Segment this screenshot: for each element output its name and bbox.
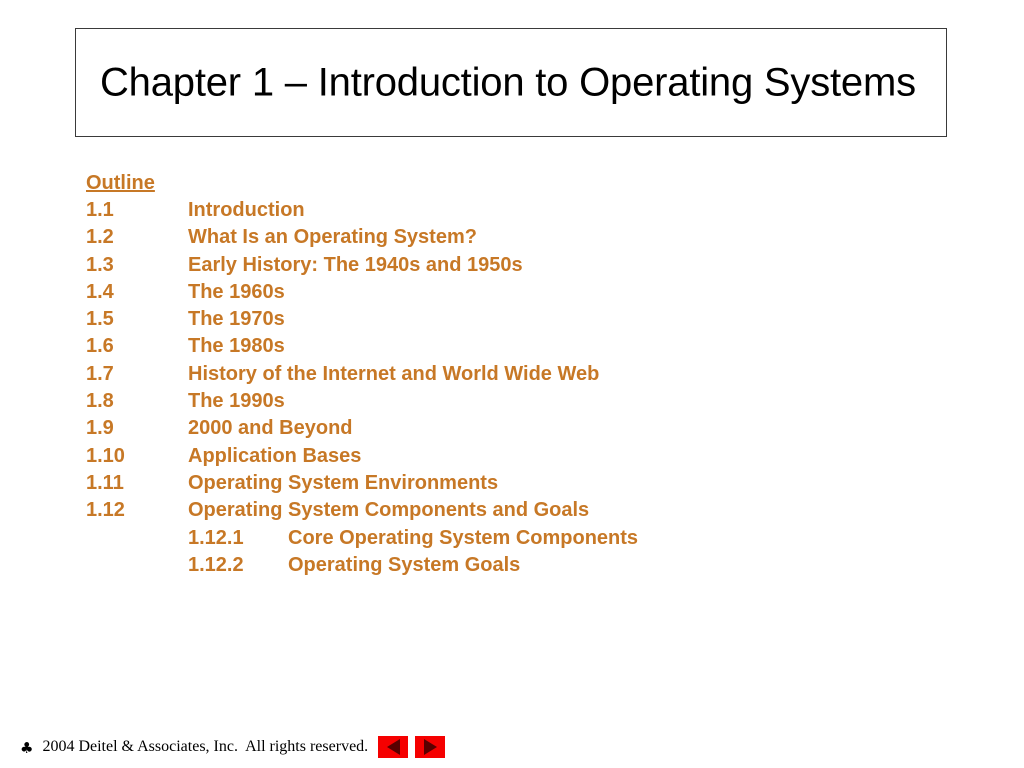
outline-item-number: 1.2 bbox=[86, 226, 114, 249]
outline-item-number: 1.12.1 bbox=[188, 526, 244, 549]
outline-item-label: Operating System Components and Goals bbox=[188, 499, 590, 522]
next-slide-button[interactable] bbox=[415, 736, 446, 758]
outline-item-1-9: 1.9 2000 and Beyond bbox=[86, 415, 946, 442]
outline-item-number: 1.12.2 bbox=[188, 553, 244, 576]
outline-item-1-12: 1.12 Operating System Components and Goa… bbox=[86, 497, 946, 524]
outline-item-label: 2000 and Beyond bbox=[188, 417, 353, 440]
outline-item-number: 1.3 bbox=[86, 253, 114, 276]
footer: ♣ 2004 Deitel & Associates, Inc. All rig… bbox=[20, 734, 452, 760]
outline-item-number: 1.11 bbox=[86, 471, 124, 494]
copyright-icon: ♣ bbox=[20, 738, 34, 757]
outline-item-1-7: 1.7 History of the Internet and World Wi… bbox=[86, 361, 946, 388]
navigation-buttons bbox=[378, 736, 452, 758]
outline-item-label: Introduction bbox=[188, 199, 305, 221]
outline-item-label: What Is an Operating System? bbox=[188, 226, 477, 249]
outline-item-number: 1.6 bbox=[86, 335, 114, 358]
outline-item-1-10: 1.10 Application Bases bbox=[86, 443, 946, 470]
outline-heading-row: Outline bbox=[86, 170, 946, 197]
outline-item-1-12-1: 1.12.1 Core Operating System Components bbox=[86, 525, 946, 552]
outline-item-number: 1.1 bbox=[86, 199, 114, 221]
outline-item-1-4: 1.4 The 1960s bbox=[86, 279, 946, 306]
outline-item-number: 1.7 bbox=[86, 362, 114, 385]
copyright-text: 2004 Deitel & Associates, Inc. All right… bbox=[38, 738, 369, 755]
previous-slide-button[interactable] bbox=[378, 736, 409, 758]
outline-item-1-2: 1.2 What Is an Operating System? bbox=[86, 224, 946, 251]
outline-item-number: 1.9 bbox=[86, 417, 114, 440]
slide: Chapter 1 – Introduction to Operating Sy… bbox=[0, 0, 1024, 768]
outline-item-number: 1.12 bbox=[86, 499, 125, 522]
outline-item-label: The 1960s bbox=[188, 280, 285, 303]
outline-item-label: The 1980s bbox=[188, 335, 285, 358]
outline-item-number: 1.5 bbox=[86, 308, 114, 331]
outline-heading: Outline bbox=[86, 172, 155, 194]
outline-item-label: Early History: The 1940s and 1950s bbox=[188, 253, 523, 276]
outline-section: Outline 1.1 Introduction 1.2 What Is an … bbox=[86, 170, 946, 579]
outline-item-1-5: 1.5 The 1970s bbox=[86, 306, 946, 333]
outline-item-1-1: 1.1 Introduction bbox=[86, 197, 946, 224]
outline-item-number: 1.10 bbox=[86, 444, 125, 467]
outline-item-label: Application Bases bbox=[188, 444, 362, 467]
outline-item-label: The 1990s bbox=[188, 390, 285, 413]
page-title: Chapter 1 – Introduction to Operating Sy… bbox=[100, 60, 916, 104]
outline-item-1-8: 1.8 The 1990s bbox=[86, 388, 946, 415]
outline-item-number: 1.4 bbox=[86, 280, 114, 303]
outline-item-label: The 1970s bbox=[188, 308, 285, 331]
outline-item-label: Core Operating System Components bbox=[288, 526, 639, 549]
outline-item-label: Operating System Goals bbox=[288, 553, 521, 576]
outline-item-1-12-2: 1.12.2 Operating System Goals bbox=[86, 552, 946, 579]
outline-item-label: Operating System Environments bbox=[188, 471, 499, 494]
triangle-left-icon bbox=[386, 739, 400, 755]
outline-item-1-11: 1.11 Operating System Environments bbox=[86, 470, 946, 497]
title-box: Chapter 1 – Introduction to Operating Sy… bbox=[75, 28, 947, 137]
outline-item-label: History of the Internet and World Wide W… bbox=[188, 362, 600, 385]
outline-item-number: 1.8 bbox=[86, 390, 114, 413]
outline-item-1-6: 1.6 The 1980s bbox=[86, 333, 946, 360]
outline-item-1-3: 1.3 Early History: The 1940s and 1950s bbox=[86, 252, 946, 279]
triangle-right-icon bbox=[423, 739, 437, 755]
